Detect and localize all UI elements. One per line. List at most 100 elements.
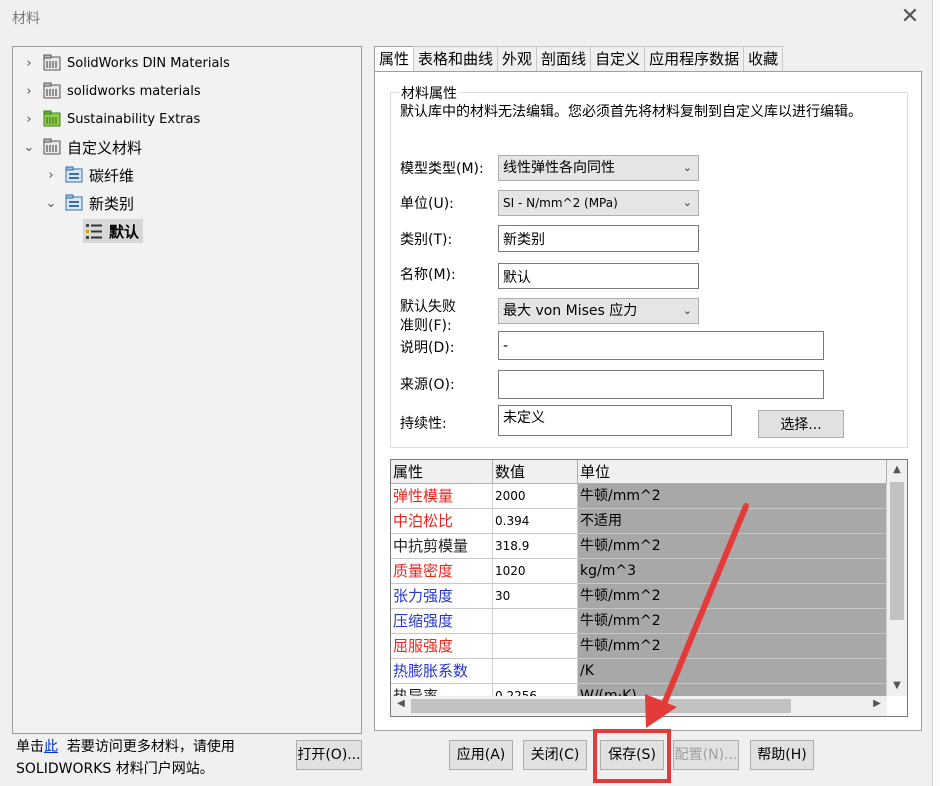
table-row[interactable]: 质量密度 1020 kg/m^3 — [391, 559, 887, 584]
tree-item-label: 碳纤维 — [89, 166, 135, 185]
tab-crosshatch[interactable]: 剖面线 — [536, 46, 592, 72]
name-field[interactable]: 默认 — [498, 263, 699, 289]
tree-item-label: 新类别 — [89, 194, 135, 213]
chevron-right-icon[interactable]: › — [21, 56, 37, 71]
cell-unit: 牛顿/mm^2 — [578, 484, 887, 509]
table-row[interactable]: 弹性模量 2000 牛顿/mm^2 — [391, 484, 887, 509]
configure-button[interactable]: 配置(N)... — [673, 740, 739, 770]
chevron-down-icon: ⌄ — [682, 196, 692, 209]
scroll-left-icon[interactable]: ◀ — [391, 698, 411, 709]
scroll-thumb[interactable] — [411, 699, 791, 713]
criterion-label-line1: 默认失败 — [400, 299, 456, 315]
close-button[interactable]: 关闭(C) — [523, 740, 587, 770]
help-button[interactable]: 帮助(H) — [750, 740, 814, 770]
vertical-scrollbar[interactable]: ▲ ▼ — [887, 460, 907, 696]
cell-unit: /K — [578, 659, 887, 684]
scroll-right-icon[interactable]: ▶ — [867, 698, 887, 709]
window-title: 材料 — [12, 11, 40, 27]
tree-item-new-category[interactable]: ⌄ 新类别 — [43, 191, 134, 215]
library-icon — [43, 138, 61, 156]
chevron-right-icon[interactable]: › — [21, 84, 37, 99]
tab-custom[interactable]: 自定义 — [590, 46, 646, 72]
apply-button[interactable]: 应用(A) — [449, 740, 513, 770]
category-field[interactable]: 新类别 — [498, 225, 699, 252]
tree-item-sustainability-extras[interactable]: › Sustainability Extras — [21, 107, 200, 131]
tree-item-carbon-fiber[interactable]: › 碳纤维 — [43, 163, 134, 187]
description-field[interactable]: - — [498, 331, 824, 360]
source-field[interactable] — [498, 370, 824, 399]
table-row[interactable]: 中抗剪模量 318.9 牛顿/mm^2 — [391, 534, 887, 559]
tab-properties[interactable]: 属性 — [374, 46, 415, 73]
table-row[interactable]: 压缩强度 牛顿/mm^2 — [391, 609, 887, 634]
portal-hint: 单击此 若要访问更多材料，请使用 SOLIDWORKS 材料门户网站。 — [16, 736, 235, 780]
header-property[interactable]: 属性 — [391, 460, 493, 484]
chevron-down-icon[interactable]: ⌄ — [43, 196, 59, 211]
tree-item-label: Sustainability Extras — [67, 111, 201, 127]
material-properties-group: 材料属性 默认库中的材料无法编辑。您必须首先将材料复制到自定义库以进行编辑。 模… — [390, 83, 908, 448]
open-button[interactable]: 打开(O)... — [296, 740, 362, 770]
chevron-right-icon[interactable]: › — [21, 112, 37, 127]
name-label: 名称(M): — [400, 267, 456, 283]
chevron-right-icon[interactable]: › — [43, 168, 59, 183]
cell-value[interactable] — [493, 609, 578, 634]
cell-property: 压缩强度 — [391, 609, 493, 634]
table-row[interactable]: 张力强度 30 牛顿/mm^2 — [391, 584, 887, 609]
scroll-up-icon[interactable]: ▲ — [887, 464, 907, 475]
sustainability-label: 持续性: — [400, 416, 447, 432]
header-unit[interactable]: 单位 — [578, 460, 887, 484]
tree-item-solidworks-materials[interactable]: › solidworks materials — [21, 79, 201, 103]
material-tree[interactable]: › SolidWorks DIN Materials › solidworks … — [12, 46, 362, 734]
cell-value[interactable]: 1020 — [493, 559, 578, 584]
header-value[interactable]: 数值 — [493, 460, 578, 484]
unit-label: 单位(U): — [400, 196, 454, 212]
tab-application-data[interactable]: 应用程序数据 — [644, 46, 745, 72]
cell-value[interactable]: 318.9 — [493, 534, 578, 559]
table-row[interactable]: 热膨胀系数/K — [391, 659, 887, 684]
tree-item-default-material[interactable]: 默认 — [83, 219, 144, 243]
chevron-down-icon: ⌄ — [682, 304, 692, 317]
sustainability-field[interactable]: 未定义 — [498, 405, 732, 436]
criterion-label-line2: 准则(F): — [400, 318, 452, 334]
model-type-label: 模型类型(M): — [400, 161, 484, 177]
cell-value[interactable] — [493, 634, 578, 659]
horizontal-scrollbar[interactable]: ◀ ▶ — [391, 696, 887, 716]
read-only-note: 默认库中的材料无法编辑。您必须首先将材料复制到自定义库以进行编辑。 — [400, 104, 862, 120]
tree-item-custom-materials[interactable]: ⌄ 自定义材料 — [21, 135, 142, 159]
window-edge — [932, 0, 940, 786]
hint-mid: 若要访问更多材料，请使用 — [66, 739, 235, 755]
unit-value: SI - N/mm^2 (MPa) — [503, 196, 618, 210]
hint-line2: SOLIDWORKS 材料门户网站。 — [16, 761, 214, 777]
failure-criterion-select[interactable]: 最大 von Mises 应力 ⌄ — [498, 298, 699, 324]
tree-item-din-materials[interactable]: › SolidWorks DIN Materials — [21, 51, 230, 75]
cell-value[interactable]: 2000 — [493, 484, 578, 509]
category-label: 类别(T): — [400, 232, 453, 248]
portal-link[interactable]: 此 — [44, 739, 58, 755]
tab-favorites[interactable]: 收藏 — [743, 46, 784, 72]
cell-property: 弹性模量 — [391, 484, 493, 509]
chevron-down-icon[interactable]: ⌄ — [21, 140, 37, 155]
model-type-value: 线性弹性各向同性 — [503, 160, 615, 176]
cell-value[interactable]: 30 — [493, 584, 578, 609]
cell-unit: kg/m^3 — [578, 559, 887, 584]
select-button[interactable]: 选择... — [758, 410, 844, 438]
scroll-thumb[interactable] — [890, 482, 904, 620]
tab-tables-curves[interactable]: 表格和曲线 — [413, 46, 499, 72]
cell-value[interactable]: 0.394 — [493, 509, 578, 534]
unit-select[interactable]: SI - N/mm^2 (MPa) ⌄ — [498, 190, 699, 216]
property-table[interactable]: 属性 数值 单位 弹性模量 2000 牛顿/mm^2 中泊松比 0.394 不适用 中抗剪模… — [390, 459, 908, 717]
cell-property: 质量密度 — [391, 559, 493, 584]
close-icon[interactable]: ✕ — [898, 6, 922, 30]
cell-value[interactable] — [493, 659, 578, 684]
table-row[interactable]: 中泊松比 0.394 不适用 — [391, 509, 887, 534]
properties-panel: 材料属性 默认库中的材料无法编辑。您必须首先将材料复制到自定义库以进行编辑。 模… — [374, 71, 922, 731]
cell-property: 热膨胀系数 — [391, 659, 493, 684]
hint-prefix: 单击 — [16, 739, 44, 755]
criterion-value: 最大 von Mises 应力 — [503, 303, 638, 319]
scroll-down-icon[interactable]: ▼ — [887, 680, 907, 691]
library-green-icon — [43, 110, 61, 128]
group-title: 材料属性 — [399, 83, 459, 103]
table-row[interactable]: 屈服强度 牛顿/mm^2 — [391, 634, 887, 659]
tab-appearance[interactable]: 外观 — [497, 46, 538, 72]
model-type-select[interactable]: 线性弹性各向同性 ⌄ — [498, 155, 699, 181]
cell-property: 中抗剪模量 — [391, 534, 493, 559]
